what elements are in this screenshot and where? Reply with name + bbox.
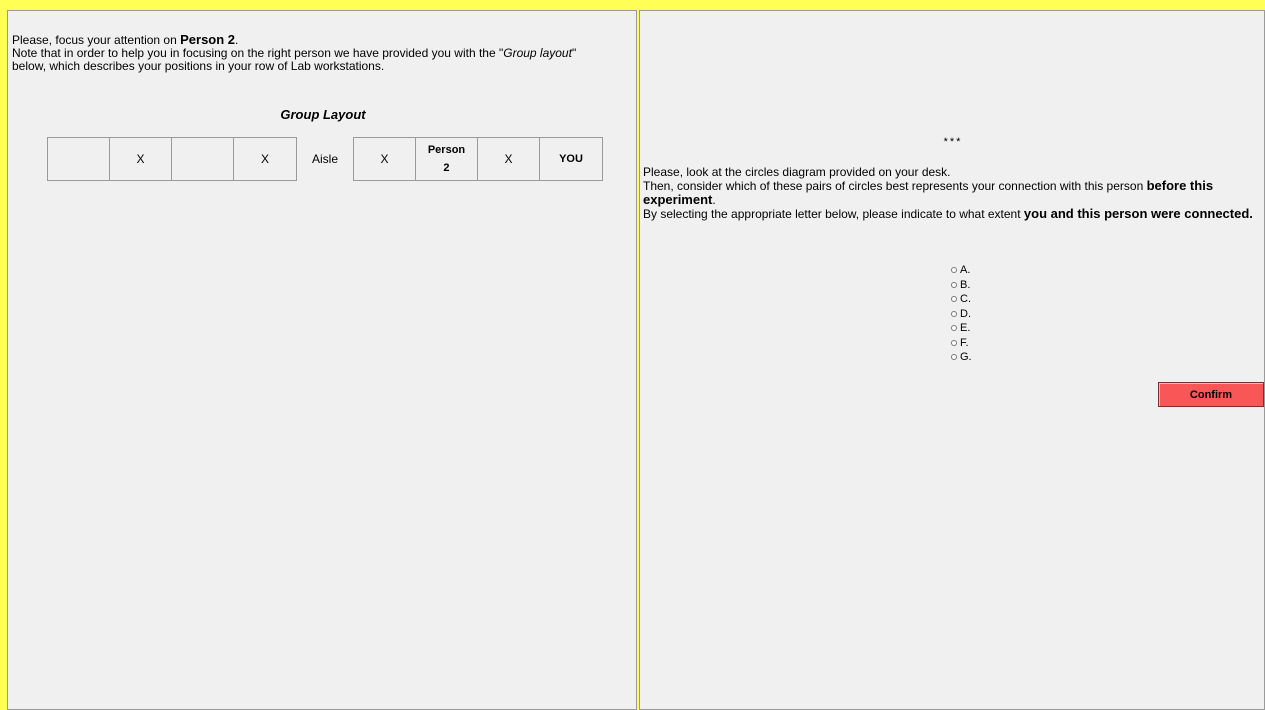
- radio-button[interactable]: [951, 267, 957, 274]
- question-line3-prefix: By selecting the appropriate letter belo…: [643, 207, 1024, 221]
- workstation-cell: X: [354, 138, 416, 180]
- left-workstation-row: XX: [47, 137, 297, 181]
- answer-option[interactable]: G.: [951, 350, 972, 365]
- group-layout-title: Group Layout: [280, 107, 366, 122]
- answer-options: A. B. C. D. E. F. G.: [951, 263, 972, 365]
- intro-line2-italic: Group layout: [503, 46, 572, 60]
- intro-line2-prefix: Note that in order to help you in focusi…: [12, 46, 504, 60]
- aisle-label: Aisle: [311, 152, 338, 166]
- workstation-cell: X: [260, 152, 269, 166]
- right-panel: *** Please, look at the circles diagram …: [639, 10, 1265, 710]
- separator-stars: ***: [943, 136, 963, 148]
- option-label: D.: [960, 307, 971, 320]
- workstation-cell: YOU: [559, 153, 583, 165]
- radio-button[interactable]: [951, 296, 957, 303]
- answer-option[interactable]: E.: [951, 321, 972, 336]
- workstation-cell: [48, 138, 110, 180]
- question-line2-suffix: .: [712, 193, 716, 207]
- intro-text: Please, focus your attention on Person 2…: [12, 33, 632, 73]
- option-label: F.: [960, 336, 969, 349]
- option-label: E.: [960, 322, 971, 334]
- workstation-cell: X: [478, 138, 540, 180]
- radio-button[interactable]: [951, 310, 957, 317]
- confirm-button[interactable]: Confirm: [1158, 382, 1264, 407]
- answer-option[interactable]: A.: [951, 263, 972, 278]
- answer-option[interactable]: C.: [951, 292, 972, 307]
- screen-frame: Please, focus your attention on Person 2…: [0, 0, 1265, 710]
- answer-option[interactable]: D.: [951, 307, 972, 322]
- answer-option[interactable]: F.: [951, 336, 972, 351]
- radio-button[interactable]: [951, 354, 957, 361]
- workstation-cell: [172, 138, 234, 180]
- question-text: Please, look at the circles diagram prov…: [643, 166, 1258, 221]
- intro-line1-suffix: .: [235, 33, 239, 47]
- radio-button[interactable]: [951, 339, 957, 346]
- workstation-cell: Person 2: [416, 138, 478, 180]
- option-label: B.: [960, 278, 971, 291]
- target-person: Person 2: [180, 32, 236, 47]
- intro-line2-suffix: ": [571, 46, 577, 60]
- option-label: G.: [960, 351, 972, 363]
- radio-button[interactable]: [951, 325, 957, 332]
- intro-line1-prefix: Please, focus your attention on: [12, 33, 181, 47]
- intro-line3: below, which describes your positions in…: [12, 59, 385, 73]
- answer-option[interactable]: B.: [951, 278, 972, 293]
- radio-button[interactable]: [951, 281, 957, 288]
- option-label: C.: [960, 293, 971, 305]
- option-label: A.: [960, 264, 971, 276]
- right-workstation-row: X Person 2 X YOU: [353, 137, 603, 181]
- workstation-cell: X: [110, 138, 172, 180]
- question-line2-prefix: Then, consider which of these pairs of c…: [643, 179, 1147, 193]
- group-layout: XX Aisle X Person 2 X YOU: [47, 137, 603, 181]
- left-panel: Please, focus your attention on Person 2…: [7, 10, 637, 710]
- question-line3-bold: you and this person were connected.: [1023, 206, 1253, 221]
